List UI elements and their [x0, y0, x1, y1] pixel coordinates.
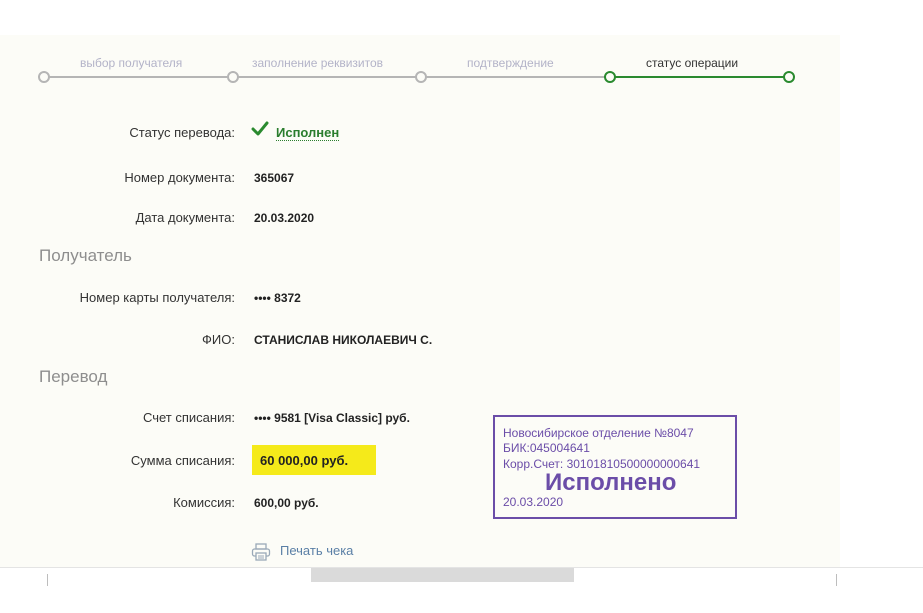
debit-account-label: Счет списания:: [142, 410, 235, 425]
recipient-card-label: Номер карты получателя:: [79, 290, 235, 305]
bottom-strip: [0, 567, 923, 613]
divider-left: [47, 574, 48, 586]
printer-icon: [251, 543, 271, 561]
step-dot-end: [783, 71, 795, 83]
stamp-bik: БИК:045004641: [503, 441, 590, 455]
status-value[interactable]: Исполнен: [276, 125, 340, 141]
step-label-fill-details: заполнение реквизитов: [252, 56, 384, 70]
progress-steps: выбор получателя заполнение реквизитов п…: [0, 35, 840, 95]
bank-stamp: Новосибирское отделение №8047 БИК:045004…: [493, 415, 737, 519]
recipient-section-title: Получатель: [39, 246, 132, 265]
step-label-confirmation: подтверждение: [467, 56, 554, 70]
divider-right: [836, 574, 837, 586]
stamp-branch: Новосибирское отделение №8047: [503, 426, 694, 440]
step-dot-3: [415, 71, 427, 83]
document-number-value: 365067: [254, 171, 295, 185]
recipient-name-label: ФИО:: [202, 332, 235, 347]
step-dot-2: [227, 71, 239, 83]
progress-track-complete: [614, 76, 786, 78]
checkmark-icon: [251, 121, 269, 136]
status-label: Статус перевода:: [129, 125, 235, 140]
step-label-select-recipient: выбор получателя: [80, 56, 183, 70]
print-receipt-link[interactable]: Печать чека: [251, 543, 461, 561]
document-date-label: Дата документа:: [135, 210, 235, 225]
horizontal-scrollbar-thumb[interactable]: [311, 568, 574, 582]
debit-account-value: •••• 9581 [Visa Classic] руб.: [254, 411, 410, 425]
recipient-card-value: •••• 8372: [254, 291, 301, 305]
document-date-value: 20.03.2020: [254, 211, 315, 225]
document-number-label: Номер документа:: [124, 170, 235, 185]
step-dot-4: [604, 71, 616, 83]
transfer-section-title: Перевод: [39, 367, 108, 386]
fee-value: 600,00 руб.: [254, 496, 319, 510]
print-receipt-label: Печать чека: [280, 543, 354, 558]
step-dot-1: [38, 71, 50, 83]
debit-amount-label: Сумма списания:: [130, 453, 235, 468]
recipient-name-value: СТАНИСЛАВ НИКОЛАЕВИЧ С.: [254, 333, 433, 347]
debit-amount-highlight: 60 000,00 руб.: [252, 445, 376, 475]
fee-label: Комиссия:: [173, 495, 235, 510]
debit-amount-value: 60 000,00 руб.: [260, 453, 349, 468]
stamp-date: 20.03.2020: [503, 495, 564, 509]
stamp-status: Исполнено: [545, 469, 677, 496]
progress-track: [44, 76, 614, 78]
step-label-operation-status: статус операции: [646, 56, 739, 70]
